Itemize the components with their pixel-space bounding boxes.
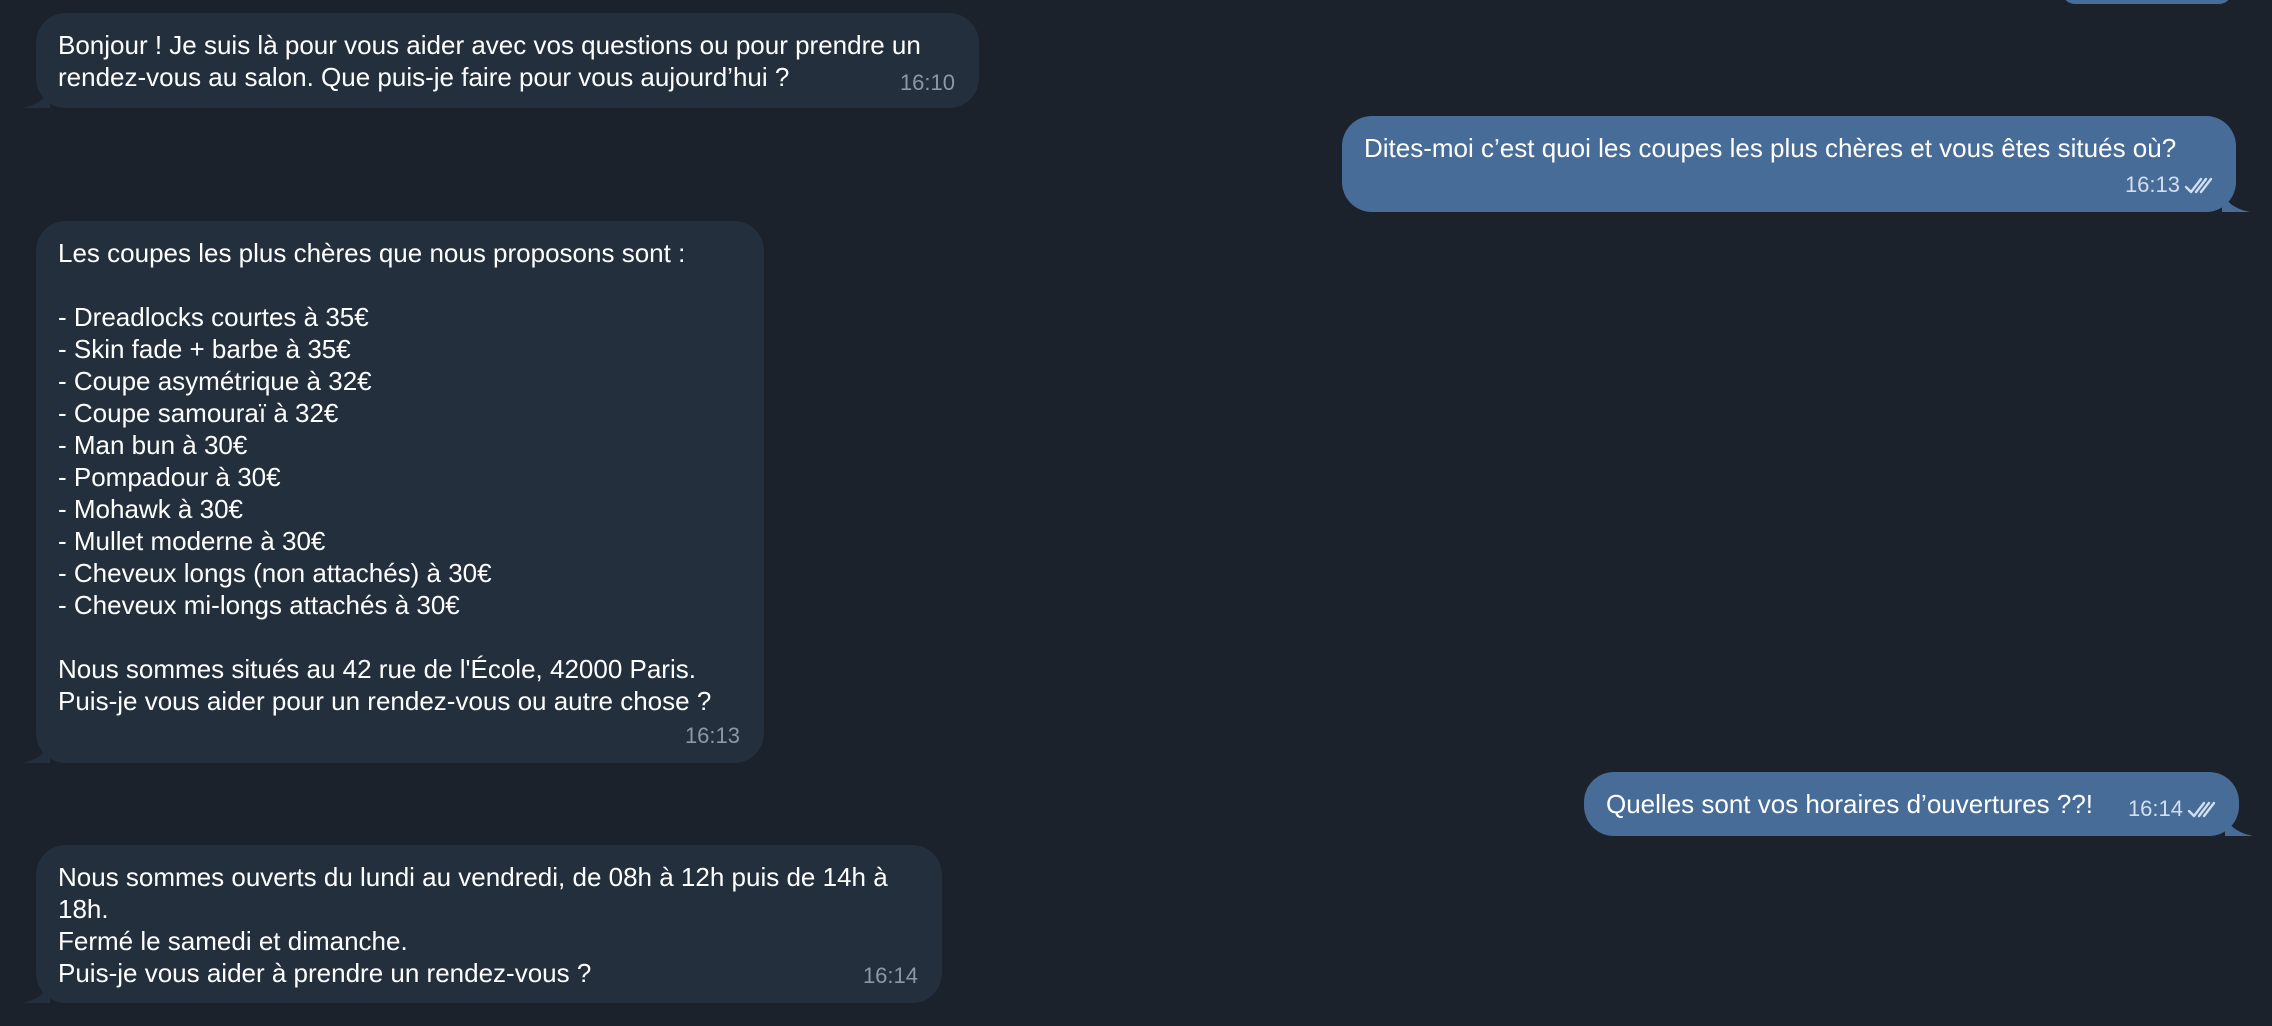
message-time: 16:13 xyxy=(2125,172,2214,198)
message-time: 16:10 xyxy=(900,70,955,96)
message-bubble-outgoing[interactable]: Dites-moi c’est quoi les coupes les plus… xyxy=(1342,116,2250,212)
message-bubble-partial[interactable] xyxy=(2062,0,2232,4)
message-text: Quelles sont vos horaires d’ouvertures ?… xyxy=(1606,789,2094,819)
bubble-tail-icon xyxy=(2222,184,2250,212)
double-check-icon xyxy=(2184,177,2213,194)
message-bubble-incoming[interactable]: Les coupes les plus chères que nous prop… xyxy=(22,221,764,763)
message-bubble-incoming[interactable]: Nous sommes ouverts du lundi au vendredi… xyxy=(22,845,942,1003)
message-text: Les coupes les plus chères que nous prop… xyxy=(58,238,712,716)
message-time-label: 16:14 xyxy=(862,963,918,988)
chat-history[interactable]: Bonjour ! Je suis là pour vous aider ave… xyxy=(0,0,2272,1026)
message-bubble-outgoing[interactable]: Quelles sont vos horaires d’ouvertures ?… xyxy=(1584,772,2253,836)
message-text: Dites-moi c’est quoi les coupes les plus… xyxy=(1364,133,2177,163)
bubble-tail-icon xyxy=(22,735,50,763)
message-time: 16:14 xyxy=(863,963,918,989)
bubble-tail-icon xyxy=(22,975,50,1003)
bubble-tail-icon xyxy=(22,80,50,108)
message-time-label: 16:13 xyxy=(684,723,740,748)
message-bubble-incoming[interactable]: Bonjour ! Je suis là pour vous aider ave… xyxy=(22,13,979,108)
message-time-label: 16:14 xyxy=(2127,796,2183,821)
message-time: 16:14 xyxy=(2128,796,2217,822)
message-time-label: 16:10 xyxy=(899,70,955,95)
double-check-icon xyxy=(2187,801,2216,818)
message-time-label: 16:13 xyxy=(2124,172,2180,197)
bubble-tail-icon xyxy=(2225,808,2253,836)
message-time: 16:13 xyxy=(685,723,740,749)
message-text: Bonjour ! Je suis là pour vous aider ave… xyxy=(58,30,921,92)
message-text: Nous sommes ouverts du lundi au vendredi… xyxy=(58,862,888,988)
